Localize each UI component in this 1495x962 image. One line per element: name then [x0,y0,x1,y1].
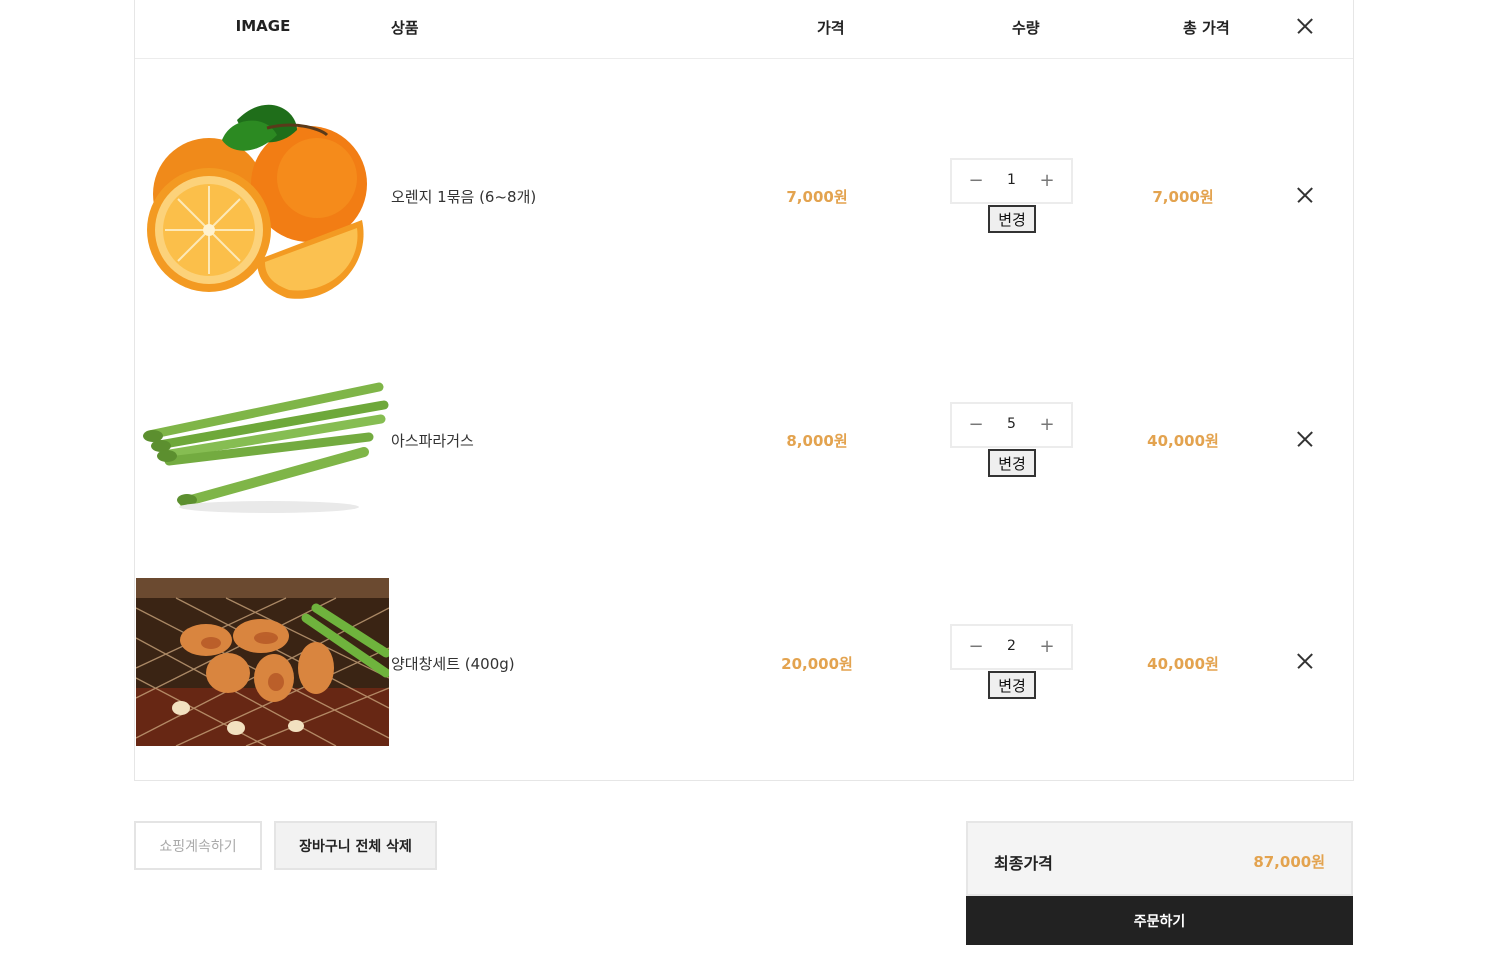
table-row: 아스파라거스 8,000원 − + 변경 40,000원 [135,312,1353,562]
unit-price: 8,000원 [786,432,848,450]
product-name[interactable]: 양대창세트 (400g) [391,653,515,674]
change-button[interactable]: 변경 [988,205,1036,233]
product-image-asparagus [139,357,389,517]
line-total: 7,000원 [1152,188,1214,206]
quantity-stepper: − + [950,402,1073,448]
header-product: 상품 [391,19,419,37]
line-total: 40,000원 [1147,432,1219,450]
clear-cart-button[interactable]: 장바구니 전체 삭제 [274,821,437,870]
plus-icon[interactable]: + [1035,636,1059,660]
plus-icon[interactable]: + [1035,414,1059,438]
plus-icon[interactable]: + [1035,170,1059,194]
close-icon [1297,18,1313,34]
header-price: 가격 [817,19,845,37]
quantity-input[interactable] [996,172,1027,188]
product-image-tripe [136,578,389,746]
final-price-value: 87,000원 [1253,853,1325,871]
line-total: 40,000원 [1147,655,1219,673]
header-quantity: 수량 [1012,19,1040,37]
remove-icon[interactable] [1297,431,1313,447]
product-name[interactable]: 아스파라거스 [391,430,474,451]
quantity-stepper: − + [950,158,1073,204]
header-total: 총 가격 [1183,19,1230,37]
table-row: 오렌지 1묶음 (6~8개) 7,000원 − + 변경 7,000원 [135,60,1353,312]
remove-icon[interactable] [1297,187,1313,203]
table-row: 양대창세트 (400g) 20,000원 − + 변경 40,000원 [135,562,1353,780]
minus-icon[interactable]: − [964,414,988,438]
minus-icon[interactable]: − [964,170,988,194]
minus-icon[interactable]: − [964,636,988,660]
quantity-stepper: − + [950,624,1073,670]
final-price-label: 최종가격 [994,854,1053,873]
quantity-input[interactable] [996,416,1027,432]
cart-table: IMAGE 상품 가격 수량 총 가격 오렌지 1묶음 (6~8개) 7,000… [134,0,1354,781]
continue-shopping-button[interactable]: 쇼핑계속하기 [134,821,262,870]
unit-price: 20,000원 [781,655,853,673]
table-header: IMAGE 상품 가격 수량 총 가격 [135,0,1353,59]
unit-price: 7,000원 [786,188,848,206]
remove-icon[interactable] [1297,653,1313,669]
change-button[interactable]: 변경 [988,671,1036,699]
product-name[interactable]: 오렌지 1묶음 (6~8개) [391,186,536,207]
order-summary: 최종가격 87,000원 [966,821,1353,896]
change-button[interactable]: 변경 [988,449,1036,477]
header-image: IMAGE [235,17,291,35]
order-button[interactable]: 주문하기 [966,896,1353,945]
quantity-input[interactable] [996,638,1027,654]
product-image-orange [147,90,380,302]
